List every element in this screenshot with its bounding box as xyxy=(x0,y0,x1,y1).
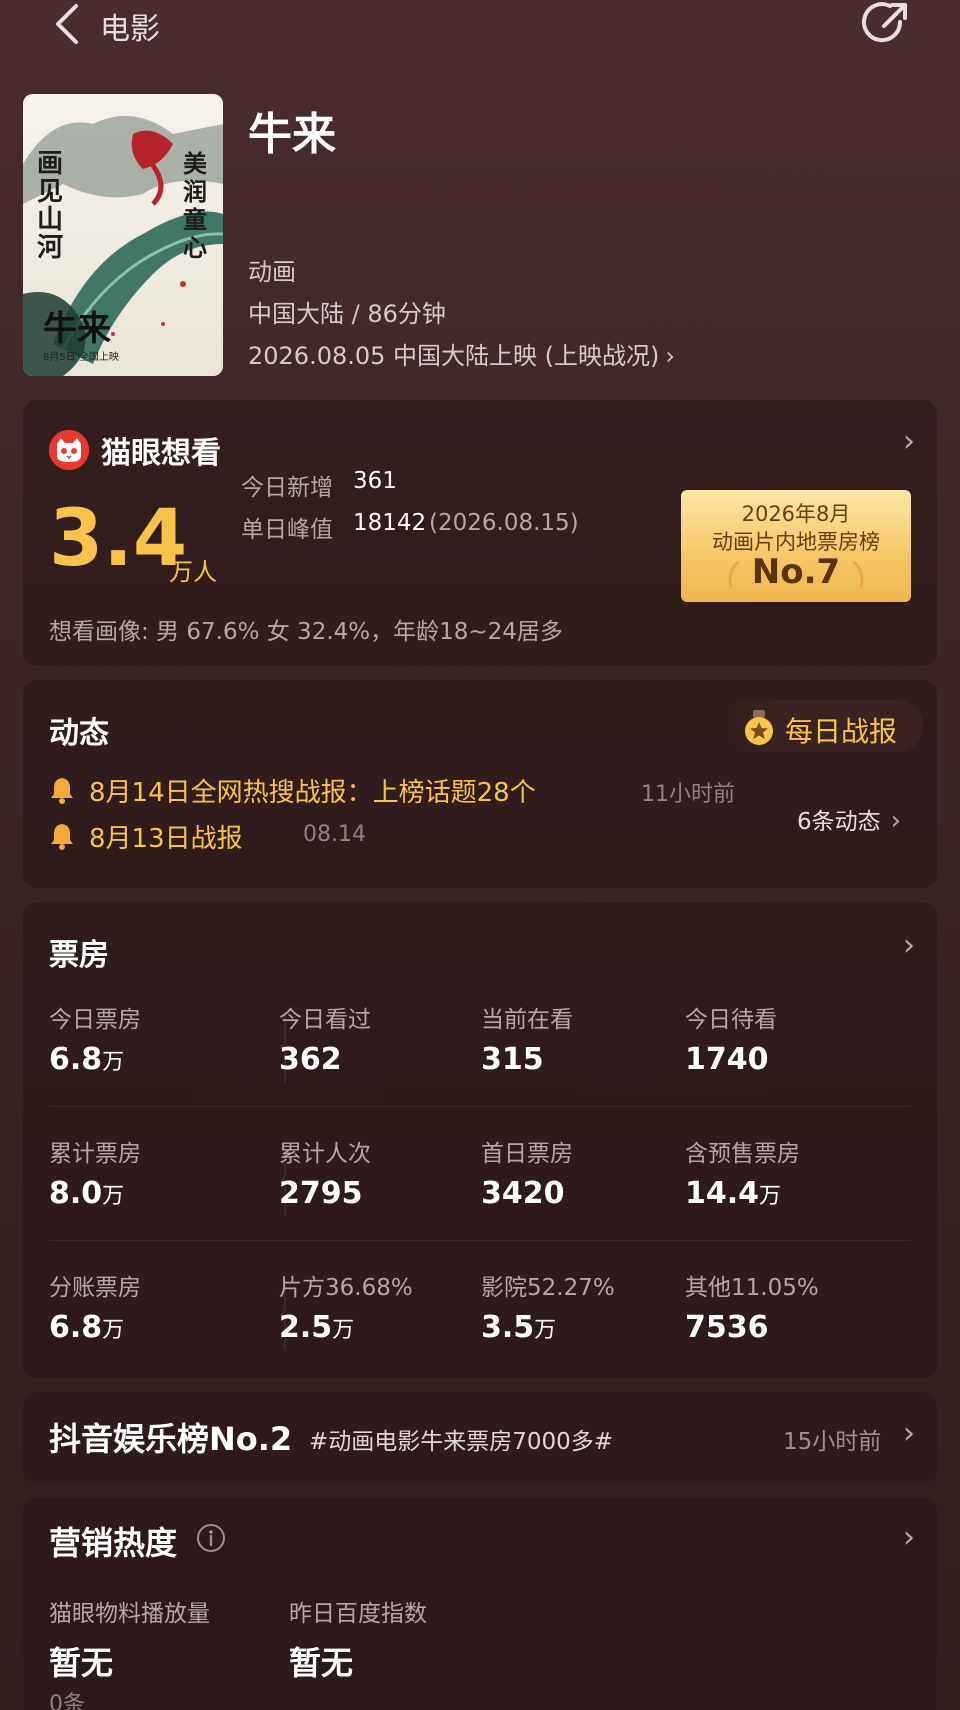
chevron-right-icon[interactable]: › xyxy=(903,424,915,459)
box-office-cell-label: 今日看过 xyxy=(279,1007,371,1033)
poster-date-text: 8月5日 全国上映 xyxy=(43,350,119,363)
news-card[interactable]: 动态 每日战报 8月14日全网热搜战报：上榜话题28个 11小时前 8月13日战… xyxy=(23,680,937,888)
box-office-cell-label: 含预售票房 xyxy=(685,1141,800,1167)
news-item-text: 8月14日全网热搜战报：上榜话题28个 xyxy=(89,778,536,808)
marketing-metric-label: 昨日百度指数 xyxy=(289,1601,427,1627)
row-divider xyxy=(49,1106,911,1107)
marketing-metric-sub: 0条 xyxy=(49,1692,85,1710)
rank-number: No.7 xyxy=(751,552,841,592)
marketing-metric-value: 暂无 xyxy=(289,1644,354,1682)
marketing-heat-card[interactable]: 营销热度 › 猫眼物料播放量 暂无 0条 昨日百度指数 暂无 xyxy=(23,1498,937,1710)
today-new-value: 361 xyxy=(353,468,397,494)
news-item[interactable]: 8月14日全网热搜战报：上榜话题28个 11小时前 xyxy=(49,772,749,808)
poster-title-text: 牛来 xyxy=(43,309,111,349)
news-item-time: 08.14 xyxy=(303,822,366,847)
poster-vertical-text-right: 美 xyxy=(183,149,207,178)
box-office-cell-value: 315 xyxy=(481,1042,544,1077)
movie-release-link[interactable]: 2026.08.05 中国大陆上映 (上映战况) › xyxy=(248,336,675,371)
info-icon[interactable] xyxy=(195,1522,227,1554)
movie-region-duration: 中国大陆 / 86分钟 xyxy=(248,300,446,328)
box-office-cell-value: 362 xyxy=(279,1042,342,1077)
chevron-right-icon[interactable]: › xyxy=(903,1416,915,1451)
nav-title: 电影 xyxy=(100,12,160,47)
chevron-right-icon[interactable]: › xyxy=(903,928,915,963)
movie-poster[interactable]: 画 见 山 河 美 润 童 心 牛来 8月5日 全国上映 xyxy=(23,94,223,376)
bell-icon xyxy=(51,824,73,850)
peak-value: 18142 xyxy=(353,510,427,536)
chevron-right-icon: › xyxy=(890,806,902,836)
box-office-cell-value: 14.4万 xyxy=(685,1176,782,1211)
box-office-cell-value: 6.8万 xyxy=(49,1310,125,1345)
svg-text:心: 心 xyxy=(183,233,207,262)
want-to-see-title: 猫眼想看 xyxy=(101,436,221,471)
box-office-cell-label: 其他11.05% xyxy=(685,1275,819,1301)
news-count-link[interactable]: 6条动态 › xyxy=(797,802,901,836)
row-divider xyxy=(49,1240,911,1241)
marketing-title: 营销热度 xyxy=(49,1524,178,1562)
svg-text:山: 山 xyxy=(37,205,63,235)
box-office-cell-value: 1740 xyxy=(685,1042,769,1077)
box-office-cell-value: 7536 xyxy=(685,1310,769,1345)
want-to-see-unit: 万人 xyxy=(169,558,217,586)
news-section-title: 动态 xyxy=(49,716,109,751)
poster-artwork: 画 见 山 河 美 润 童 心 牛来 8月5日 全国上映 xyxy=(23,94,223,376)
medal-icon xyxy=(745,710,773,745)
box-office-cell-value: 2795 xyxy=(279,1176,363,1211)
news-count-text: 6条动态 xyxy=(797,809,881,835)
box-office-cell-value: 3420 xyxy=(481,1176,565,1211)
box-office-cell-value: 6.8万 xyxy=(49,1042,125,1077)
box-office-title: 票房 xyxy=(49,938,109,973)
news-item-time: 11小时前 xyxy=(641,782,735,807)
chevron-right-icon[interactable]: › xyxy=(903,1520,915,1555)
douyin-rank-title: 抖音娱乐榜No.2 xyxy=(49,1420,293,1458)
box-office-cell-label: 今日待看 xyxy=(685,1007,777,1033)
poster-vertical-text-left: 画 xyxy=(37,149,63,179)
daily-report-button[interactable]: 每日战报 xyxy=(723,700,923,752)
svg-text:润: 润 xyxy=(183,177,207,206)
box-office-rank-badge[interactable]: 2026年8月 动画片内地票房榜 No.7 xyxy=(681,490,911,602)
cat-logo-icon xyxy=(49,430,89,470)
box-office-cell-label: 片方36.68% xyxy=(279,1275,413,1301)
chevron-right-icon: › xyxy=(665,342,676,370)
movie-genre: 动画 xyxy=(248,258,296,286)
today-new-label: 今日新增 xyxy=(241,475,333,501)
news-item[interactable]: 8月13日战报 08.14 xyxy=(49,818,449,854)
marketing-metric-label: 猫眼物料播放量 xyxy=(49,1601,210,1627)
want-to-see-profile: 想看画像: 男 67.6% 女 32.4%，年龄18~24居多 xyxy=(49,619,563,645)
back-arrow-icon[interactable] xyxy=(50,2,90,46)
box-office-cell-value: 3.5万 xyxy=(481,1310,557,1345)
douyin-topic-tag: #动画电影牛来票房7000多# xyxy=(309,1429,614,1455)
bell-icon xyxy=(51,778,73,804)
box-office-cell-label: 影院52.27% xyxy=(481,1275,615,1301)
svg-text:见: 见 xyxy=(37,177,63,207)
box-office-cell-label: 累计人次 xyxy=(279,1141,371,1167)
movie-title: 牛来 xyxy=(248,109,336,160)
rank-period: 2026年8月 xyxy=(741,502,851,526)
box-office-cell-label: 今日票房 xyxy=(49,1007,141,1033)
want-to-see-card[interactable]: 猫眼想看 › 3.4 万人 今日新增 361 单日峰值 18142 (2026.… xyxy=(23,400,937,666)
peak-date: (2026.08.15) xyxy=(429,510,579,536)
box-office-cell-value: 8.0万 xyxy=(49,1176,125,1211)
douyin-time: 15小时前 xyxy=(783,1429,882,1455)
marketing-metric-value: 暂无 xyxy=(49,1644,114,1682)
news-item-text: 8月13日战报 xyxy=(89,824,243,854)
movie-release-text: 2026.08.05 中国大陆上映 (上映战况) xyxy=(248,342,660,370)
douyin-ranking-card[interactable]: 抖音娱乐榜No.2 #动画电影牛来票房7000多# 15小时前 › xyxy=(23,1392,937,1484)
share-icon[interactable] xyxy=(860,0,912,48)
box-office-cell-label: 累计票房 xyxy=(49,1141,141,1167)
box-office-cell-value: 2.5万 xyxy=(279,1310,355,1345)
top-nav-bar: 电影 xyxy=(0,0,960,50)
peak-label: 单日峰值 xyxy=(241,517,333,543)
box-office-cell-label: 当前在看 xyxy=(481,1007,573,1033)
svg-text:童: 童 xyxy=(183,205,207,234)
box-office-card[interactable]: 票房 › 今日票房 6.8万 今日看过 362 当前在看 315 今日待看 17… xyxy=(23,902,937,1378)
svg-text:河: 河 xyxy=(37,233,63,263)
daily-report-label: 每日战报 xyxy=(785,715,898,748)
want-to-see-count: 3.4 xyxy=(49,494,188,584)
laurel-icon xyxy=(852,560,864,589)
box-office-cell-label: 首日票房 xyxy=(481,1141,573,1167)
box-office-cell-label: 分账票房 xyxy=(49,1275,141,1301)
